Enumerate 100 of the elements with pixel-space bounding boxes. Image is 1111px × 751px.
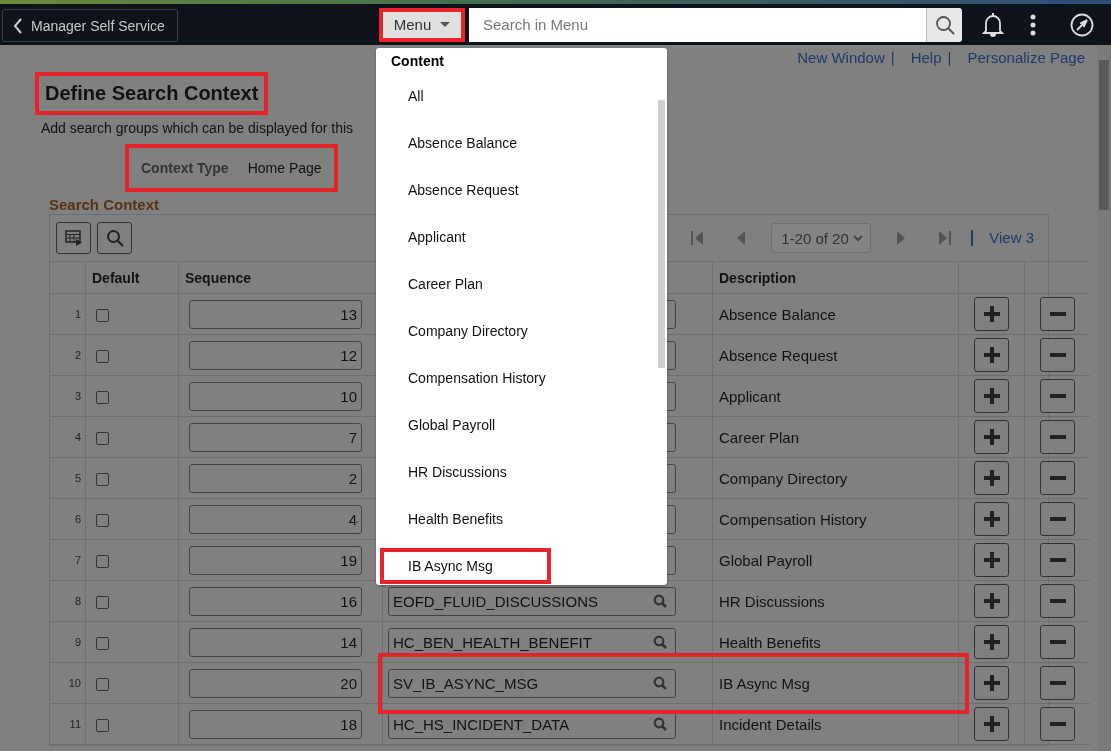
add-row-button[interactable] [974, 338, 1009, 372]
add-row-button[interactable] [974, 420, 1009, 454]
menu-item[interactable]: Absence Request [380, 172, 551, 208]
plus-icon [982, 715, 1001, 733]
sequence-field[interactable]: 10 [189, 381, 362, 411]
menu-item[interactable]: Applicant [380, 219, 551, 255]
menu-item[interactable]: Career Plan [380, 266, 551, 302]
row-number: 6 [50, 498, 86, 540]
add-row-button[interactable] [974, 379, 1009, 413]
sequence-field[interactable]: 12 [189, 340, 362, 370]
delete-row-button[interactable] [1040, 379, 1075, 413]
search-group-field[interactable]: SV_IB_ASYNC_MSG [388, 668, 676, 698]
triangle-right-icon [897, 231, 906, 245]
delete-row-button[interactable] [1040, 502, 1075, 536]
menu-item[interactable]: All [380, 78, 551, 114]
delete-row-button[interactable] [1040, 625, 1075, 659]
default-checkbox[interactable] [96, 554, 109, 568]
minus-icon [1048, 517, 1067, 521]
sequence-field[interactable]: 16 [189, 586, 362, 616]
find-button[interactable] [97, 222, 132, 254]
default-checkbox[interactable] [96, 595, 109, 609]
search-button[interactable] [926, 7, 962, 42]
default-checkbox[interactable] [96, 636, 109, 650]
default-checkbox[interactable] [96, 431, 109, 445]
header-link[interactable]: New Window [797, 48, 885, 66]
menu-item[interactable]: Absence Balance [380, 125, 551, 161]
add-row-button[interactable] [974, 461, 1009, 495]
default-checkbox[interactable] [96, 472, 109, 486]
last-page-icon [939, 231, 952, 245]
sequence-field[interactable]: 20 [189, 668, 362, 698]
add-row-button[interactable] [974, 297, 1009, 331]
personalize-grid-button[interactable] [56, 222, 91, 254]
menu-item[interactable]: IB Async Msg [380, 548, 551, 584]
row-number: 7 [50, 539, 86, 581]
plus-icon [982, 674, 1001, 692]
row-number: 10 [50, 662, 86, 704]
page-description: Add search groups which can be displayed for this [41, 120, 354, 138]
sequence-field[interactable]: 19 [189, 545, 362, 575]
menu-item[interactable]: Company Directory [380, 313, 551, 349]
search-field[interactable]: Search in Menu [469, 7, 926, 42]
default-checkbox[interactable] [96, 718, 109, 732]
default-checkbox[interactable] [96, 308, 109, 322]
delete-row-button[interactable] [1040, 666, 1075, 700]
minus-icon [1048, 435, 1067, 439]
add-row-button[interactable] [974, 625, 1009, 659]
plus-icon [982, 633, 1001, 651]
back-button[interactable]: Manager Self Service [2, 9, 178, 42]
default-checkbox[interactable] [96, 513, 109, 527]
row-number: 1 [50, 293, 86, 335]
header-link[interactable]: Help [910, 48, 942, 66]
menu-item[interactable]: Global Payroll [380, 407, 551, 443]
add-row-button[interactable] [974, 543, 1009, 577]
scrollbar[interactable] [1097, 45, 1111, 751]
first-page-icon [691, 231, 704, 245]
plus-icon [982, 510, 1001, 528]
search-icon [653, 594, 667, 608]
minus-icon [1048, 681, 1067, 685]
chevron-left-icon [13, 17, 23, 34]
sequence-field[interactable]: 13 [189, 299, 362, 329]
scrollbar[interactable] [658, 100, 665, 368]
sequence-field[interactable]: 14 [189, 627, 362, 657]
link-separator: | [890, 48, 895, 66]
menu-item[interactable]: Compensation History [380, 360, 551, 396]
minus-icon [1048, 476, 1067, 480]
add-row-button[interactable] [974, 502, 1009, 536]
plus-icon [982, 305, 1001, 323]
add-row-button[interactable] [974, 707, 1009, 741]
row-number: 9 [50, 621, 86, 663]
delete-row-button[interactable] [1040, 707, 1075, 741]
link-separator: | [947, 48, 952, 66]
page-range-dropdown[interactable]: 1-20 of 20 [771, 223, 872, 253]
delete-row-button[interactable] [1040, 461, 1075, 495]
delete-row-button[interactable] [1040, 420, 1075, 454]
menu-item[interactable]: HR Discussions [380, 454, 551, 490]
add-row-button[interactable] [974, 584, 1009, 618]
default-checkbox[interactable] [96, 349, 109, 363]
delete-row-button[interactable] [1040, 338, 1075, 372]
search-group-field[interactable]: EOFD_FLUID_DISCUSSIONS [388, 586, 676, 616]
plus-icon [982, 428, 1001, 446]
minus-icon [1048, 353, 1067, 357]
default-checkbox[interactable] [96, 677, 109, 691]
delete-row-button[interactable] [1040, 543, 1075, 577]
delete-row-button[interactable] [1040, 584, 1075, 618]
minus-icon [1048, 599, 1067, 603]
sequence-field[interactable]: 4 [189, 504, 362, 534]
default-checkbox[interactable] [96, 390, 109, 404]
row-number: 3 [50, 375, 86, 417]
header-link[interactable]: Personalize Page [967, 48, 1085, 66]
sequence-field[interactable]: 18 [189, 709, 362, 739]
view-link[interactable]: View 3 [971, 230, 1034, 246]
sequence-field[interactable]: 2 [189, 463, 362, 493]
sequence-field[interactable]: 7 [189, 422, 362, 452]
row-number: 4 [50, 416, 86, 458]
chevron-down-icon [853, 234, 864, 242]
triangle-left-icon [737, 231, 746, 245]
search-icon [934, 14, 955, 35]
add-row-button[interactable] [974, 666, 1009, 700]
delete-row-button[interactable] [1040, 297, 1075, 331]
search-icon [653, 635, 667, 649]
context-type-value: Home Page [247, 160, 322, 176]
